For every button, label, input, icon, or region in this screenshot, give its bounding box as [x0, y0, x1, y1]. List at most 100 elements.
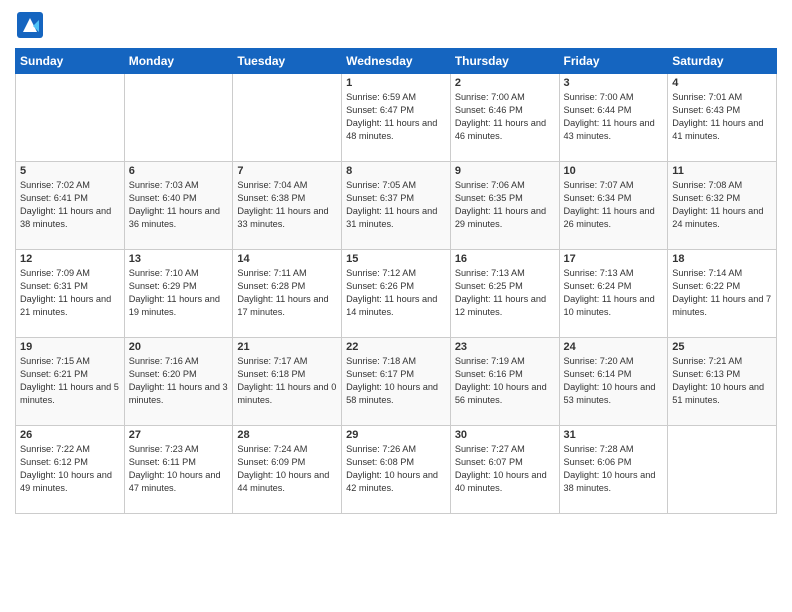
sunrise-text: Sunrise: 7:00 AM: [564, 91, 664, 104]
day-cell: 22Sunrise: 7:18 AMSunset: 6:17 PMDayligh…: [342, 338, 451, 426]
cell-info: Sunrise: 7:00 AMSunset: 6:44 PMDaylight:…: [564, 91, 664, 143]
daylight-text: Daylight: 11 hours and 26 minutes.: [564, 205, 664, 231]
day-number: 20: [129, 341, 229, 353]
day-number: 10: [564, 165, 664, 177]
daylight-text: Daylight: 10 hours and 51 minutes.: [672, 381, 772, 407]
sunrise-text: Sunrise: 7:00 AM: [455, 91, 555, 104]
day-header-monday: Monday: [124, 49, 233, 74]
sunset-text: Sunset: 6:34 PM: [564, 192, 664, 205]
cell-info: Sunrise: 7:15 AMSunset: 6:21 PMDaylight:…: [20, 355, 120, 407]
daylight-text: Daylight: 11 hours and 38 minutes.: [20, 205, 120, 231]
day-cell: 17Sunrise: 7:13 AMSunset: 6:24 PMDayligh…: [559, 250, 668, 338]
sunset-text: Sunset: 6:41 PM: [20, 192, 120, 205]
day-header-thursday: Thursday: [450, 49, 559, 74]
daylight-text: Daylight: 10 hours and 53 minutes.: [564, 381, 664, 407]
sunrise-text: Sunrise: 7:18 AM: [346, 355, 446, 368]
day-header-friday: Friday: [559, 49, 668, 74]
day-cell: [124, 74, 233, 162]
sunrise-text: Sunrise: 7:03 AM: [129, 179, 229, 192]
day-number: 12: [20, 253, 120, 265]
day-cell: 1 Sunrise: 6:59 AMSunset: 6:47 PMDaylight…: [342, 74, 451, 162]
week-row-2: 5Sunrise: 7:02 AMSunset: 6:41 PMDaylight…: [16, 162, 777, 250]
daylight-text: Daylight: 11 hours and 36 minutes.: [129, 205, 229, 231]
sunset-text: Sunset: 6:40 PM: [129, 192, 229, 205]
cell-info: Sunrise: 7:24 AMSunset: 6:09 PMDaylight:…: [237, 443, 337, 495]
daylight-text: Daylight: 10 hours and 44 minutes.: [237, 469, 337, 495]
sunset-text: Sunset: 6:44 PM: [564, 104, 664, 117]
daylight-text: Daylight: 11 hours and 5 minutes.: [20, 381, 120, 407]
day-cell: 28 Sunrise: 7:24 AMSunset: 6:09 PMDayligh…: [233, 426, 342, 514]
week-row-4: 19 Sunrise: 7:15 AMSunset: 6:21 PMDayligh…: [16, 338, 777, 426]
sunset-text: Sunset: 6:13 PM: [672, 368, 772, 381]
day-cell: 9Sunrise: 7:06 AMSunset: 6:35 PMDaylight…: [450, 162, 559, 250]
day-cell: 13Sunrise: 7:10 AMSunset: 6:29 PMDayligh…: [124, 250, 233, 338]
daylight-text: Daylight: 11 hours and 24 minutes.: [672, 205, 772, 231]
calendar-page: SundayMondayTuesdayWednesdayThursdayFrid…: [0, 0, 792, 612]
cell-info: Sunrise: 7:27 AMSunset: 6:07 PMDaylight:…: [455, 443, 555, 495]
sunset-text: Sunset: 6:46 PM: [455, 104, 555, 117]
day-cell: 23Sunrise: 7:19 AMSunset: 6:16 PMDayligh…: [450, 338, 559, 426]
daylight-text: Daylight: 11 hours and 41 minutes.: [672, 117, 772, 143]
day-number: 19: [20, 341, 120, 353]
sunset-text: Sunset: 6:26 PM: [346, 280, 446, 293]
day-number: 30: [455, 429, 555, 441]
day-number: 26: [20, 429, 120, 441]
sunrise-text: Sunrise: 7:16 AM: [129, 355, 229, 368]
cell-info: Sunrise: 7:00 AMSunset: 6:46 PMDaylight:…: [455, 91, 555, 143]
daylight-text: Daylight: 11 hours and 46 minutes.: [455, 117, 555, 143]
sunrise-text: Sunrise: 7:27 AM: [455, 443, 555, 456]
week-row-1: 1Sunrise: 6:59 AMSunset: 6:47 PMDaylight…: [16, 74, 777, 162]
day-number: 1: [346, 77, 446, 89]
cell-info: Sunrise: 7:28 AMSunset: 6:06 PMDaylight:…: [564, 443, 664, 495]
day-cell: 30 Sunrise: 7:27 AMSunset: 6:07 PMDayligh…: [450, 426, 559, 514]
day-cell: 27Sunrise: 7:23 AMSunset: 6:11 PMDayligh…: [124, 426, 233, 514]
day-number: 2: [455, 77, 555, 89]
day-number: 16: [455, 253, 555, 265]
cell-info: Sunrise: 7:21 AMSunset: 6:13 PMDaylight:…: [672, 355, 772, 407]
day-header-tuesday: Tuesday: [233, 49, 342, 74]
day-cell: 14Sunrise: 7:11 AMSunset: 6:28 PMDayligh…: [233, 250, 342, 338]
daylight-text: Daylight: 11 hours and 0 minutes.: [237, 381, 337, 407]
day-number: 28: [237, 429, 337, 441]
daylight-text: Daylight: 11 hours and 3 minutes.: [129, 381, 229, 407]
cell-info: Sunrise: 7:12 AMSunset: 6:26 PMDaylight:…: [346, 267, 446, 319]
daylight-text: Daylight: 10 hours and 42 minutes.: [346, 469, 446, 495]
day-number: 11: [672, 165, 772, 177]
daylight-text: Daylight: 11 hours and 17 minutes.: [237, 293, 337, 319]
day-cell: 5Sunrise: 7:02 AMSunset: 6:41 PMDaylight…: [16, 162, 125, 250]
cell-info: Sunrise: 7:08 AMSunset: 6:32 PMDaylight:…: [672, 179, 772, 231]
cell-info: Sunrise: 7:01 AMSunset: 6:43 PMDaylight:…: [672, 91, 772, 143]
day-cell: 15Sunrise: 7:12 AMSunset: 6:26 PMDayligh…: [342, 250, 451, 338]
day-header-wednesday: Wednesday: [342, 49, 451, 74]
sunrise-text: Sunrise: 7:06 AM: [455, 179, 555, 192]
day-cell: [16, 74, 125, 162]
days-header-row: SundayMondayTuesdayWednesdayThursdayFrid…: [16, 49, 777, 74]
sunrise-text: Sunrise: 7:05 AM: [346, 179, 446, 192]
sunset-text: Sunset: 6:32 PM: [672, 192, 772, 205]
sunrise-text: Sunrise: 6:59 AM: [346, 91, 446, 104]
daylight-text: Daylight: 10 hours and 58 minutes.: [346, 381, 446, 407]
week-row-3: 12Sunrise: 7:09 AMSunset: 6:31 PMDayligh…: [16, 250, 777, 338]
day-number: 25: [672, 341, 772, 353]
day-cell: 16Sunrise: 7:13 AMSunset: 6:25 PMDayligh…: [450, 250, 559, 338]
day-cell: [233, 74, 342, 162]
cell-info: Sunrise: 7:07 AMSunset: 6:34 PMDaylight:…: [564, 179, 664, 231]
sunrise-text: Sunrise: 7:09 AM: [20, 267, 120, 280]
cell-info: Sunrise: 7:03 AMSunset: 6:40 PMDaylight:…: [129, 179, 229, 231]
day-cell: 10 Sunrise: 7:07 AMSunset: 6:34 PMDayligh…: [559, 162, 668, 250]
daylight-text: Daylight: 11 hours and 21 minutes.: [20, 293, 120, 319]
day-number: 29: [346, 429, 446, 441]
day-header-sunday: Sunday: [16, 49, 125, 74]
cell-info: Sunrise: 7:17 AMSunset: 6:18 PMDaylight:…: [237, 355, 337, 407]
cell-info: Sunrise: 7:04 AMSunset: 6:38 PMDaylight:…: [237, 179, 337, 231]
week-row-5: 26Sunrise: 7:22 AMSunset: 6:12 PMDayligh…: [16, 426, 777, 514]
sunset-text: Sunset: 6:09 PM: [237, 456, 337, 469]
daylight-text: Daylight: 11 hours and 7 minutes.: [672, 293, 772, 319]
sunset-text: Sunset: 6:16 PM: [455, 368, 555, 381]
sunset-text: Sunset: 6:12 PM: [20, 456, 120, 469]
daylight-text: Daylight: 11 hours and 14 minutes.: [346, 293, 446, 319]
day-number: 7: [237, 165, 337, 177]
sunrise-text: Sunrise: 7:07 AM: [564, 179, 664, 192]
cell-info: Sunrise: 6:59 AMSunset: 6:47 PMDaylight:…: [346, 91, 446, 143]
sunset-text: Sunset: 6:47 PM: [346, 104, 446, 117]
